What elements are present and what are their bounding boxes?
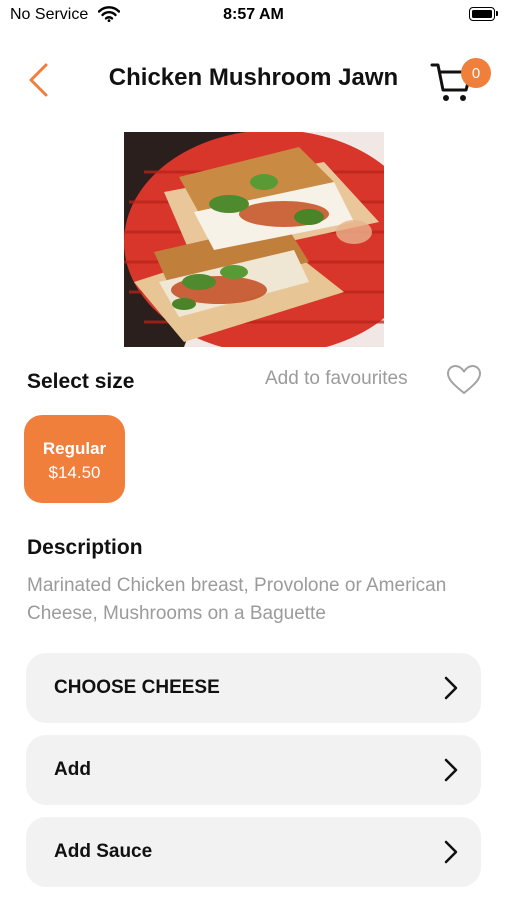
heart-icon[interactable]: [446, 364, 482, 396]
option-label: Add Sauce: [54, 841, 153, 862]
cart-count-badge: 0: [461, 58, 491, 88]
option-row-choose-cheese[interactable]: CHOOSE CHEESE: [26, 653, 481, 723]
description-title: Description: [27, 536, 143, 559]
cart-button[interactable]: 0: [428, 54, 492, 106]
option-row-add-sauce[interactable]: Add Sauce: [26, 817, 481, 887]
size-option-name: Regular: [42, 439, 107, 458]
select-size-label: Select size: [27, 370, 135, 393]
chevron-right-icon: [444, 676, 458, 700]
chevron-right-icon: [444, 758, 458, 782]
clock: 8:57 AM: [223, 6, 284, 23]
sandwich-photo: [124, 132, 384, 347]
description-text: Marinated Chicken breast, Provolone or A…: [27, 575, 447, 624]
back-button[interactable]: [22, 60, 58, 100]
size-option-regular[interactable]: Regular $14.50: [24, 415, 125, 503]
option-label: CHOOSE CHEESE: [54, 677, 220, 698]
battery-icon: [469, 7, 498, 21]
add-to-favourites-link[interactable]: Add to favourites: [265, 368, 408, 390]
status-bar: No Service 8:57 AM: [0, 0, 507, 32]
product-image: [124, 132, 384, 347]
option-row-add[interactable]: Add: [26, 735, 481, 805]
chevron-right-icon: [444, 840, 458, 864]
page-title: Chicken Mushroom Jawn: [108, 64, 399, 91]
size-option-price: $14.50: [48, 463, 101, 482]
chevron-left-icon: [29, 63, 48, 97]
option-label: Add: [54, 759, 91, 780]
